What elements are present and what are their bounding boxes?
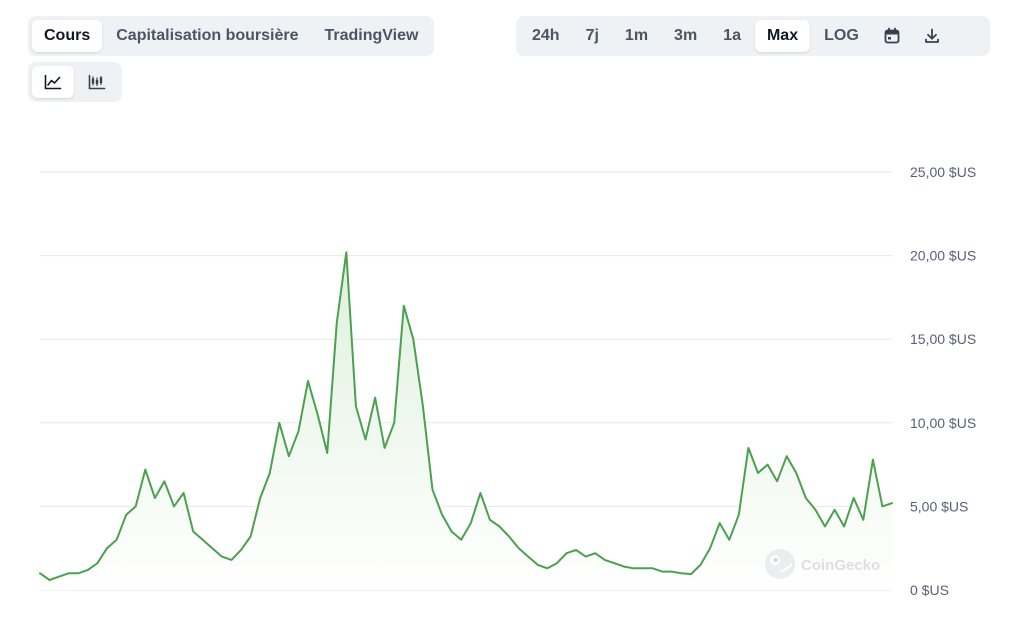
coingecko-logo-icon [765,549,795,579]
y-tick-label: 10,00 $US [910,415,976,431]
price-area-fill [40,252,892,591]
y-tick-label: 20,00 $US [910,248,976,264]
y-axis-tick-labels: 0 $US 5,00 $US 10,00 $US 15,00 $US 20,00 $US… [910,164,976,598]
y-tick-label: 15,00 $US [910,331,976,347]
y-tick-label: 5,00 $US [910,498,968,514]
price-chart: 0 $US 5,00 $US 10,00 $US 15,00 $US 20,00 $US… [39,164,976,598]
y-tick-label: 25,00 $US [910,164,976,180]
y-tick-label: 0 $US [910,582,949,598]
watermark-text: CoinGecko [801,557,880,574]
